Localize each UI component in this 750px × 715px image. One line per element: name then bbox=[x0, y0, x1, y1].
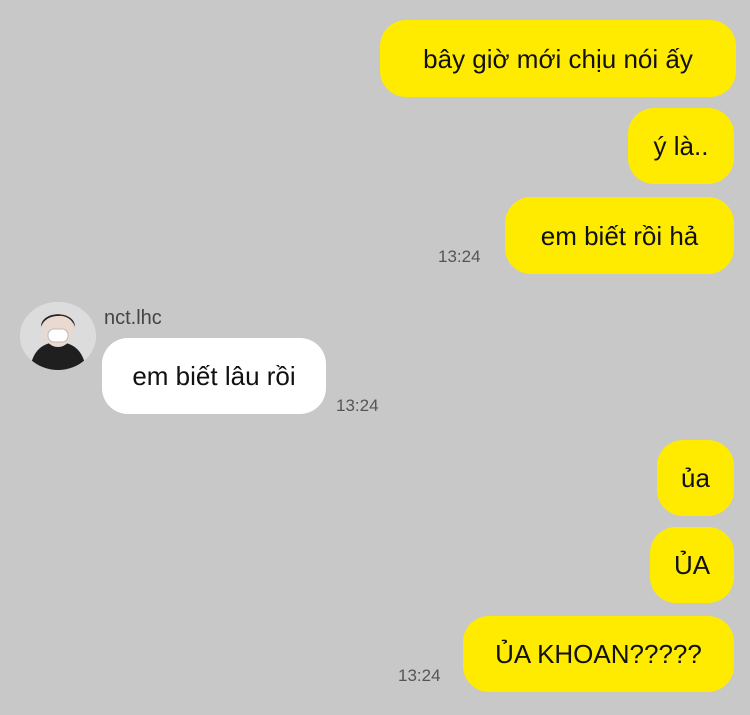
message-bubble-outgoing[interactable]: em biết rồi hả bbox=[505, 197, 734, 274]
message-text: em biết rồi hả bbox=[540, 220, 699, 251]
sender-name: nct.lhc bbox=[104, 307, 162, 329]
message-text: ỦA bbox=[673, 550, 711, 580]
message-bubble-outgoing[interactable]: ý là.. bbox=[628, 108, 734, 184]
message-text: ủa bbox=[681, 463, 710, 493]
message-timestamp: 13:24 bbox=[336, 396, 379, 415]
message-timestamp: 13:24 bbox=[438, 247, 481, 266]
avatar[interactable] bbox=[20, 302, 96, 370]
message-bubble-outgoing[interactable]: ỦA bbox=[650, 527, 734, 603]
message-bubble-outgoing[interactable]: bây giờ mới chịu nói ấy bbox=[380, 20, 736, 97]
avatar-photo-icon bbox=[20, 302, 96, 370]
message-timestamp: 13:24 bbox=[398, 666, 441, 685]
message-text: ỦA KHOAN????? bbox=[495, 639, 702, 669]
message-text: ý là.. bbox=[653, 131, 709, 161]
chat-thread: bây giờ mới chịu nói ấy ý là.. em biết r… bbox=[0, 0, 750, 715]
message-bubble-incoming[interactable]: em biết lâu rồi bbox=[102, 338, 326, 414]
message-bubble-outgoing[interactable]: ỦA KHOAN????? bbox=[463, 616, 734, 692]
message-text: bây giờ mới chịu nói ấy bbox=[423, 43, 693, 74]
message-bubble-outgoing[interactable]: ủa bbox=[657, 440, 734, 516]
message-text: em biết lâu rồi bbox=[132, 361, 296, 391]
